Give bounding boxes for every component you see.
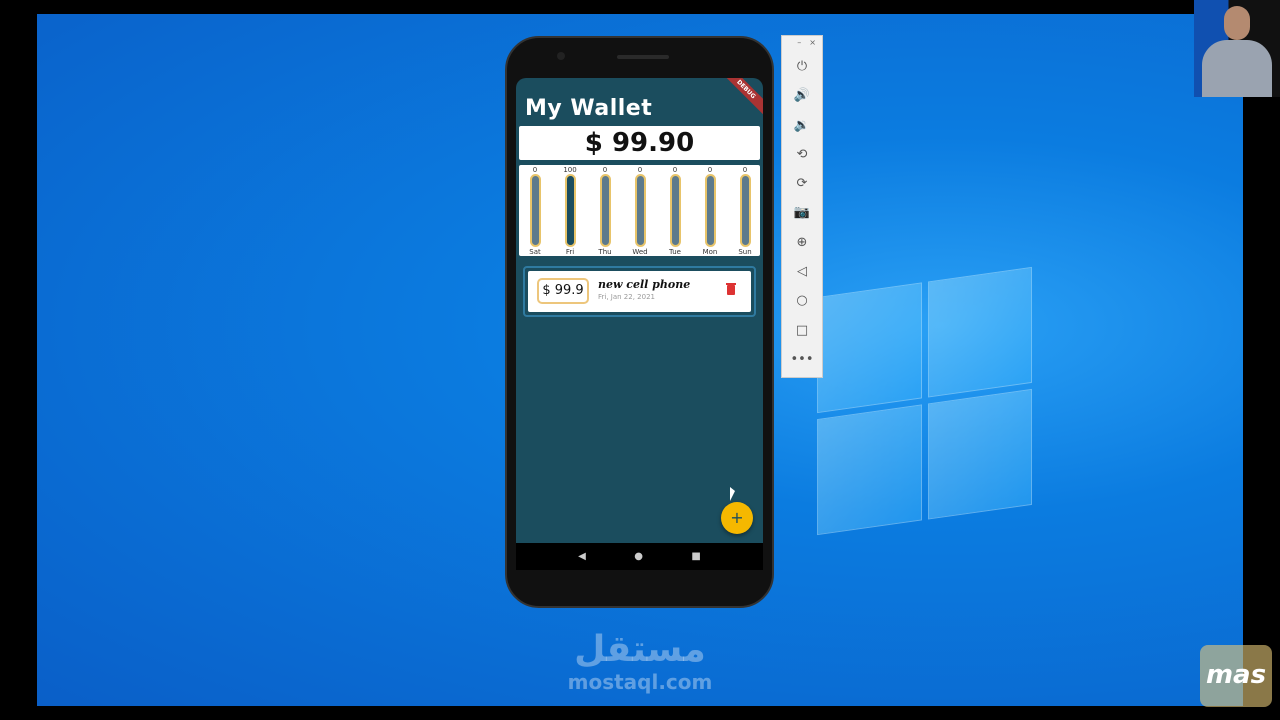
- speaker: [617, 55, 669, 59]
- camera-icon: [557, 52, 565, 60]
- day-label: Tue: [669, 248, 681, 256]
- transaction-list-item[interactable]: $ 99.9 new cell phone Fri, Jan 22, 2021: [523, 266, 756, 317]
- more-icon[interactable]: •••: [782, 345, 822, 374]
- bar-fill: [566, 176, 574, 245]
- weekly-chart: 0 Sat 100 Fri 0 Thu 0 Wed 0 Tue 0 Mon 0 Sun: [519, 165, 760, 256]
- rotate-left-icon[interactable]: ⟲: [782, 140, 822, 169]
- bar-track: [634, 174, 646, 247]
- watermark: مستقل mostaql.com: [560, 629, 720, 695]
- bar-track: [739, 174, 751, 247]
- nav-home-icon[interactable]: ●: [634, 551, 643, 562]
- transaction-amount: $ 99.9: [537, 278, 589, 304]
- chart-column-tue: 0 Tue: [660, 165, 690, 256]
- day-label: Sun: [738, 248, 752, 256]
- emulator-toolbar: – × ⏻ 🔊 🔉 ⟲ ⟳ 📷 ⊕ ◁ ○ □ •••: [781, 35, 823, 378]
- chart-column-fri: 100 Fri: [555, 165, 585, 256]
- bar-value-label: 0: [602, 166, 608, 174]
- bar-track: [669, 174, 681, 247]
- bar-value-label: 0: [672, 166, 678, 174]
- webcam-overlay: [1194, 0, 1280, 97]
- add-transaction-button[interactable]: +: [721, 502, 753, 534]
- chart-column-sun: 0 Sun: [730, 165, 760, 256]
- delete-icon[interactable]: [726, 283, 736, 295]
- volume-down-icon[interactable]: 🔉: [782, 111, 822, 140]
- chart-column-mon: 0 Mon: [695, 165, 725, 256]
- nav-back-icon[interactable]: ◀: [578, 551, 586, 562]
- watermark-arabic: مستقل: [574, 629, 706, 670]
- day-label: Wed: [632, 248, 648, 256]
- bar-value-label: 0: [532, 166, 538, 174]
- rotate-right-icon[interactable]: ⟳: [782, 169, 822, 198]
- day-label: Fri: [565, 248, 575, 256]
- windows-logo-wallpaper: [817, 266, 1032, 536]
- status-bar: [516, 78, 763, 94]
- app-title: My Wallet: [525, 96, 653, 121]
- mouse-cursor: [730, 487, 735, 501]
- total-amount: $ 99.90: [519, 126, 760, 160]
- power-icon[interactable]: ⏻: [782, 52, 822, 81]
- transaction-date: Fri, Jan 22, 2021: [598, 293, 655, 301]
- day-label: Sat: [529, 248, 541, 256]
- close-button[interactable]: ×: [809, 38, 816, 50]
- minimize-button[interactable]: –: [797, 38, 801, 50]
- back-icon[interactable]: ◁: [782, 257, 822, 286]
- chart-column-sat: 0 Sat: [520, 165, 550, 256]
- day-label: Thu: [598, 248, 612, 256]
- day-label: Mon: [702, 248, 718, 256]
- chart-column-wed: 0 Wed: [625, 165, 655, 256]
- corner-logo: mas: [1200, 645, 1272, 707]
- home-icon[interactable]: ○: [782, 286, 822, 315]
- bar-value-label: 0: [742, 166, 748, 174]
- bar-track: [599, 174, 611, 247]
- chart-column-thu: 0 Thu: [590, 165, 620, 256]
- bar-track: [529, 174, 541, 247]
- bar-value-label: 100: [563, 166, 577, 174]
- bar-track: [564, 174, 576, 247]
- app-screen: DEBUG My Wallet $ 99.90 0 Sat 100 Fri 0 Thu 0 W…: [516, 78, 763, 543]
- bar-value-label: 0: [707, 166, 713, 174]
- watermark-latin: mostaql.com: [567, 670, 713, 694]
- nav-recents-icon[interactable]: ■: [691, 551, 700, 562]
- bar-value-label: 0: [637, 166, 643, 174]
- android-nav-bar: ◀ ● ■: [516, 543, 763, 570]
- zoom-icon[interactable]: ⊕: [782, 228, 822, 257]
- camera-icon[interactable]: 📷: [782, 198, 822, 227]
- transaction-title: new cell phone: [598, 278, 691, 291]
- volume-up-icon[interactable]: 🔊: [782, 81, 822, 110]
- overview-icon[interactable]: □: [782, 316, 822, 345]
- bar-track: [704, 174, 716, 247]
